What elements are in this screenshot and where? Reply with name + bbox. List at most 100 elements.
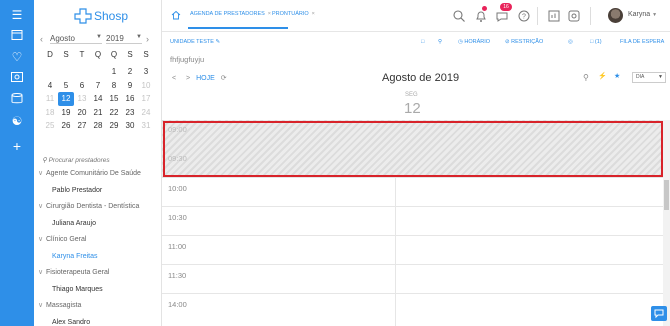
chat-icon[interactable] — [495, 9, 509, 23]
month-select[interactable]: Agosto ▼ — [50, 34, 102, 44]
home-icon[interactable] — [171, 10, 181, 20]
users-icon[interactable]: ☯ — [8, 114, 26, 128]
calendar-day[interactable]: 20 — [74, 106, 90, 120]
eye-icon[interactable]: ◎ — [568, 39, 573, 45]
dollar-icon[interactable] — [8, 71, 26, 85]
report-icon[interactable] — [547, 9, 561, 23]
provider-item[interactable]: Karyna Freitas — [34, 249, 162, 266]
calendar-day[interactable]: 21 — [90, 106, 106, 120]
provider-search[interactable]: ⚲ Procurar prestadores — [42, 156, 110, 164]
restricao-button[interactable]: ⊘ RESTRIÇÃO — [505, 39, 543, 45]
unit-selector[interactable]: UNIDADE TESTE ✎ — [170, 39, 220, 45]
calendar-header: < > HOJE ⟳ Agosto de 2019 SEG 12 ⚲ ⚡ ★ D… — [162, 70, 670, 120]
provider-item[interactable]: Thiago Marques — [34, 282, 162, 299]
close-icon[interactable]: × — [268, 11, 271, 17]
provider-item[interactable]: Juliana Araujo — [34, 216, 162, 233]
weekday-label: S — [63, 50, 69, 59]
calendar-day[interactable]: 28 — [90, 119, 106, 133]
calendar-day[interactable]: 13 — [74, 92, 90, 106]
calendar-day[interactable]: 1 — [106, 65, 122, 79]
calendar-day[interactable]: 16 — [122, 92, 138, 106]
divider — [590, 7, 591, 25]
scrollbar-thumb[interactable] — [664, 180, 669, 210]
calendar-day[interactable]: 18 — [42, 106, 58, 120]
calendar-day[interactable]: 6 — [74, 79, 90, 93]
provider-group[interactable]: ∨ Fisioterapeuta Geral — [34, 265, 162, 282]
calendar-day[interactable]: 22 — [106, 106, 122, 120]
calendar-day[interactable]: 10 — [138, 79, 154, 93]
chevron-down-icon: ▼ — [652, 12, 658, 18]
calendar-day[interactable]: 11 — [42, 92, 58, 106]
calendar-day[interactable]: 30 — [122, 119, 138, 133]
calendar-day[interactable]: 27 — [74, 119, 90, 133]
calendar-day[interactable]: 2 — [122, 65, 138, 79]
search-icon[interactable]: ⚲ — [583, 73, 589, 82]
menu-icon[interactable]: ☰ — [8, 8, 26, 22]
calendar-day[interactable]: 24 — [138, 106, 154, 120]
calendar-day[interactable]: 25 — [42, 119, 58, 133]
settings-icon[interactable] — [567, 9, 581, 23]
view-select[interactable]: DIA ▼ — [632, 72, 666, 83]
year-select[interactable]: 2019 ▼ — [106, 34, 142, 44]
calendar-day[interactable]: 9 — [122, 79, 138, 93]
calendar-day[interactable]: 31 — [138, 119, 154, 133]
provider-group[interactable]: ∨ Agente Comunitário De Saúde — [34, 166, 162, 183]
hour-slot[interactable]: 10:30 — [162, 206, 663, 235]
chevron-down-icon: ∨ — [38, 302, 44, 309]
calendar-day[interactable]: 17 — [138, 92, 154, 106]
calendar-day[interactable]: 3 — [138, 65, 154, 79]
calendar-day[interactable]: 12 — [58, 92, 74, 106]
pin-icon[interactable]: ★ — [614, 72, 620, 80]
calendar-day[interactable]: 4 — [42, 79, 58, 93]
user-menu[interactable]: Karyna ▼ — [628, 11, 657, 18]
hour-slot[interactable]: 11:30 — [162, 264, 663, 293]
prev-day-icon[interactable]: < — [172, 75, 176, 82]
brand-logo[interactable]: Shosp — [74, 6, 128, 26]
help-icon[interactable]: ? — [517, 9, 531, 23]
plus-icon[interactable]: + — [8, 139, 26, 153]
calendar-icon[interactable] — [8, 29, 26, 43]
tab-prontuario[interactable]: PRONTUÁRIO × — [272, 11, 315, 17]
prev-month-icon[interactable]: ‹ — [40, 34, 50, 44]
bell-icon[interactable] — [474, 9, 488, 23]
today-button[interactable]: HOJE — [196, 75, 215, 82]
print-icon[interactable]: □ — [421, 39, 424, 45]
waitlist-count[interactable]: □ (1) — [590, 39, 602, 45]
provider-group-name: Clínico Geral — [46, 236, 87, 243]
calendar-day[interactable]: 15 — [106, 92, 122, 106]
support-chat-button[interactable] — [651, 306, 667, 321]
hour-slot[interactable]: 10:00 — [162, 177, 663, 206]
heart-icon[interactable]: ♡ — [8, 50, 26, 64]
provider-group[interactable]: ∨ Cirurgião Dentista - Dentística — [34, 199, 162, 216]
calendar-day[interactable]: 29 — [106, 119, 122, 133]
avatar[interactable] — [608, 8, 623, 23]
provider-group[interactable]: ∨ Clínico Geral — [34, 232, 162, 249]
calendar-day[interactable]: 8 — [106, 79, 122, 93]
refresh-icon[interactable]: ⟳ — [221, 75, 227, 82]
search-icon[interactable] — [452, 9, 466, 23]
scrollbar[interactable] — [663, 120, 670, 326]
provider-item[interactable]: Alex Sandro — [34, 315, 162, 326]
provider-group-name: Cirurgião Dentista - Dentística — [46, 203, 140, 210]
calendar-day[interactable]: 23 — [122, 106, 138, 120]
calendar-day[interactable]: 19 — [58, 106, 74, 120]
database-icon[interactable] — [8, 93, 26, 107]
hour-slot[interactable]: 14:00 — [162, 293, 663, 326]
provider-group[interactable]: ∨ Massagista — [34, 298, 162, 315]
calendar-day[interactable]: 14 — [90, 92, 106, 106]
calendar-day[interactable]: 5 — [58, 79, 74, 93]
provider-item[interactable]: Pablo Prestador — [34, 183, 162, 200]
hour-slot[interactable]: 11:00 — [162, 235, 663, 264]
tab-agenda[interactable]: AGENDA DE PRESTADORES × — [190, 11, 271, 17]
calendar-day — [90, 65, 106, 79]
next-day-icon[interactable]: > — [186, 75, 190, 82]
next-month-icon[interactable]: › — [146, 34, 156, 44]
filter-icon[interactable]: ⚡ — [598, 72, 607, 80]
provider-group-name: Massagista — [46, 302, 82, 309]
calendar-day[interactable]: 26 — [58, 119, 74, 133]
search-icon[interactable]: ⚲ — [438, 39, 442, 45]
waitlist-button[interactable]: FILA DE ESPERA — [620, 39, 664, 45]
calendar-day[interactable]: 7 — [90, 79, 106, 93]
horario-button[interactable]: ◷ HORÁRIO — [458, 39, 490, 45]
close-icon[interactable]: × — [312, 11, 315, 17]
